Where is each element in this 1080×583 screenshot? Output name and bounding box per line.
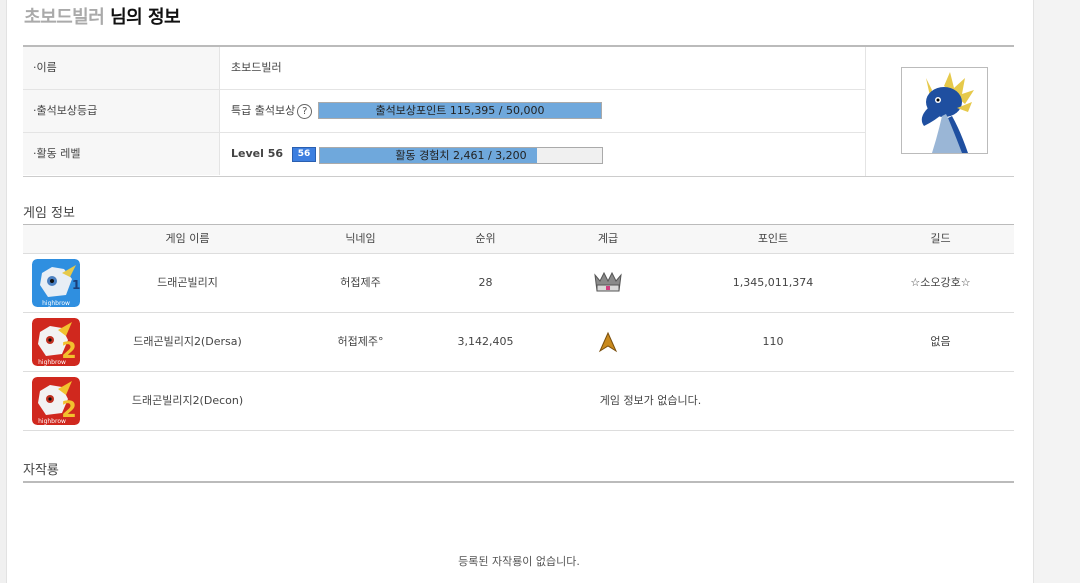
selfmade-title: 자작룡 [23, 463, 59, 478]
name-value: 초보드빌러 [231, 61, 282, 74]
name-label: ·이름 [23, 47, 220, 89]
game-name[interactable]: 드래곤빌리지2(Decon) [115, 372, 260, 430]
level-value-cell: Level 56 56 활동 경험치 2,461 / 3,200 [231, 133, 851, 175]
help-icon[interactable]: ? [297, 103, 313, 119]
crown-icon [594, 271, 622, 292]
points: 1,345,011,374 [732, 276, 814, 289]
grade-value: 특급 출석보상 [231, 104, 296, 117]
grade-value-cell: 특급 출석보상? 출석보상포인트 115,395 / 50,000 [231, 90, 851, 132]
header-points: 포인트 [757, 232, 789, 245]
table-row: 2 highbrow 드래곤빌리지2(Dersa) 허접제주° 3,142,40… [23, 313, 1014, 372]
avatar-cell [865, 47, 1015, 176]
nickname: 허접제주 [340, 276, 381, 289]
table-row: 2 highbrow 드래곤빌리지2(Decon) 게임 정보가 없습니다. [23, 372, 1014, 431]
row-activity-level: ·활동 레벨 Level 56 56 활동 경험치 2,461 / 3,200 [23, 133, 865, 175]
exp-progress-bar: 활동 경험치 2,461 / 3,200 [319, 147, 603, 164]
class-cell [553, 254, 663, 312]
selfmade-divider [23, 481, 1014, 483]
attendance-progress-bar: 출석보상포인트 115,395 / 50,000 [318, 102, 602, 119]
exp-progress-text: 활동 경험치 2,461 / 3,200 [395, 149, 527, 162]
level-badge: 56 [292, 147, 316, 162]
page-title: 초보드빌러 님의 정보 [24, 3, 181, 29]
dragon-village-2-icon[interactable]: 2 highbrow [32, 318, 80, 366]
right-gutter [1033, 0, 1080, 583]
rank: 3,142,405 [457, 335, 514, 348]
selfmade-empty-text: 등록된 자작룡이 없습니다. [458, 555, 580, 568]
svg-text:1: 1 [72, 278, 80, 292]
header-guild: 길드 [930, 232, 951, 245]
svg-text:highbrow: highbrow [38, 418, 66, 425]
profile-info-table: ·이름 초보드빌러 ·출석보상등급 특급 출석보상? 출석보상포인트 115,3… [23, 45, 1014, 177]
dragon-village-1-icon[interactable]: highbrow 1 [32, 259, 80, 307]
header-nickname: 닉네임 [345, 232, 376, 245]
header-game-name: 게임 이름 [165, 232, 210, 245]
level-label: ·활동 레벨 [23, 133, 220, 175]
avatar [901, 67, 988, 154]
guild[interactable]: ☆소오강호☆ [873, 254, 1008, 312]
table-row: highbrow 1 드래곤빌리지 허접제주 28 1,345,011,374 … [23, 254, 1014, 313]
game-name[interactable]: 드래곤빌리지 [115, 254, 260, 312]
level-value: Level 56 [231, 147, 284, 160]
svg-text:highbrow: highbrow [38, 359, 66, 366]
game-name[interactable]: 드래곤빌리지2(Dersa) [115, 313, 260, 371]
game-table-header: 게임 이름 닉네임 순위 계급 포인트 길드 [23, 225, 1014, 254]
dragon-village-2-icon[interactable]: 2 highbrow [32, 377, 80, 425]
svg-text:highbrow: highbrow [42, 300, 70, 307]
grade-label: ·출석보상등급 [23, 90, 220, 132]
no-game-info: 게임 정보가 없습니다. [599, 394, 702, 407]
class-cell [553, 313, 663, 371]
title-suffix: 님의 정보 [104, 7, 181, 28]
game-info-title: 게임 정보 [23, 206, 75, 221]
attendance-progress-text: 출석보상포인트 115,395 / 50,000 [375, 104, 545, 117]
guild: 없음 [930, 335, 951, 348]
nickname: 허접제주° [337, 335, 384, 348]
header-rank: 순위 [475, 232, 496, 245]
points: 110 [762, 335, 784, 348]
blue-dragon-avatar-icon [921, 72, 974, 153]
arrow-rank-icon [598, 331, 618, 353]
rank: 28 [478, 276, 493, 289]
row-attendance-grade: ·출석보상등급 특급 출석보상? 출석보상포인트 115,395 / 50,00… [23, 90, 865, 133]
game-info-table: 게임 이름 닉네임 순위 계급 포인트 길드 highbrow 1 드래곤빌리지… [23, 224, 1014, 431]
title-username: 초보드빌러 [24, 7, 105, 28]
level-badge-text: 56 [297, 149, 311, 159]
header-class: 계급 [597, 232, 619, 245]
row-name: ·이름 초보드빌러 [23, 47, 865, 90]
